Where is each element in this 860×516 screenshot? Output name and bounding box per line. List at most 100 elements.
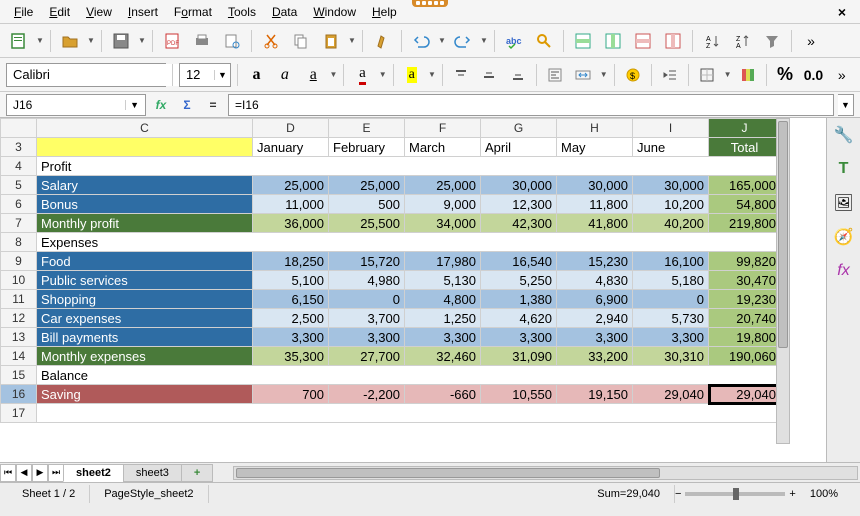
label-monthly-profit[interactable]: Monthly profit: [37, 214, 253, 233]
cell-value[interactable]: 30,000: [557, 176, 633, 195]
cell-value[interactable]: 10,200: [633, 195, 709, 214]
label-Car expenses[interactable]: Car expenses: [37, 309, 253, 328]
redo-button[interactable]: [450, 28, 476, 54]
cell-value[interactable]: 11,000: [253, 195, 329, 214]
add-sheet-button[interactable]: +: [181, 464, 213, 482]
cell-value[interactable]: 700: [253, 385, 329, 404]
cell-reference-dropdown[interactable]: ▼: [125, 100, 139, 110]
cell-month[interactable]: February: [329, 138, 405, 157]
paste-button[interactable]: [318, 28, 344, 54]
autofilter-button[interactable]: [759, 28, 785, 54]
sidebar-styles-icon[interactable]: T: [831, 156, 857, 182]
spellcheck-button[interactable]: abc: [501, 28, 527, 54]
cell-total[interactable]: 19,800: [709, 328, 781, 347]
tab-prev-button[interactable]: ◀: [16, 464, 32, 482]
print-preview-button[interactable]: [219, 28, 245, 54]
cell-value[interactable]: 5,730: [633, 309, 709, 328]
find-button[interactable]: [531, 28, 557, 54]
menu-tools[interactable]: Tools: [220, 3, 264, 21]
label-Salary[interactable]: Salary: [37, 176, 253, 195]
italic-button[interactable]: a: [273, 62, 297, 88]
cell-total[interactable]: 165,000: [709, 176, 781, 195]
label-monthly-expenses[interactable]: Monthly expenses: [37, 347, 253, 366]
cell-value[interactable]: 16,100: [633, 252, 709, 271]
bold-button[interactable]: a: [244, 62, 268, 88]
menu-format[interactable]: Format: [166, 3, 220, 21]
cell-total[interactable]: 190,060: [709, 347, 781, 366]
new-doc-dropdown[interactable]: ▼: [36, 36, 44, 45]
tab-next-button[interactable]: ▶: [32, 464, 48, 482]
paste-dropdown[interactable]: ▼: [348, 36, 356, 45]
cell-value[interactable]: 4,800: [405, 290, 481, 309]
row-header-12[interactable]: 12: [1, 309, 37, 328]
cell-value[interactable]: -2,200: [329, 385, 405, 404]
menu-view[interactable]: View: [78, 3, 120, 21]
cell-value[interactable]: 5,180: [633, 271, 709, 290]
highlight-dropdown[interactable]: ▼: [428, 70, 436, 79]
cell-value[interactable]: 5,130: [405, 271, 481, 290]
open-dropdown[interactable]: ▼: [87, 36, 95, 45]
close-icon[interactable]: ×: [830, 2, 854, 22]
formula-eq-button[interactable]: =: [202, 94, 224, 116]
horizontal-scrollbar[interactable]: [233, 466, 858, 480]
cell-value[interactable]: 3,300: [633, 328, 709, 347]
copy-button[interactable]: [288, 28, 314, 54]
cell-value[interactable]: 11,800: [557, 195, 633, 214]
undo-button[interactable]: [408, 28, 434, 54]
align-bottom-button[interactable]: [506, 62, 530, 88]
section-profit[interactable]: Profit: [37, 157, 781, 176]
label-Shopping[interactable]: Shopping: [37, 290, 253, 309]
cell-value[interactable]: 500: [329, 195, 405, 214]
tab-last-button[interactable]: ⏭: [48, 464, 64, 482]
cell-value[interactable]: 25,000: [405, 176, 481, 195]
cell-month[interactable]: January: [253, 138, 329, 157]
cell-value[interactable]: 15,230: [557, 252, 633, 271]
vertical-scrollbar[interactable]: [776, 118, 790, 444]
cell-value[interactable]: 6,150: [253, 290, 329, 309]
label-saving[interactable]: Saving: [37, 385, 253, 404]
status-sum[interactable]: Sum=29,040: [583, 485, 675, 503]
cell-value[interactable]: 3,300: [405, 328, 481, 347]
row-header-15[interactable]: 15: [1, 366, 37, 385]
save-button[interactable]: [108, 28, 134, 54]
sidebar-navigator-icon[interactable]: 🧭: [831, 224, 857, 250]
borders-dropdown[interactable]: ▼: [724, 70, 732, 79]
new-doc-button[interactable]: [6, 28, 32, 54]
row-header-9[interactable]: 9: [1, 252, 37, 271]
highlight-button[interactable]: a: [400, 62, 424, 88]
redo-dropdown[interactable]: ▼: [480, 36, 488, 45]
cell-value[interactable]: 16,540: [481, 252, 557, 271]
row-header-8[interactable]: 8: [1, 233, 37, 252]
cell-value[interactable]: 17,980: [405, 252, 481, 271]
decimal-button[interactable]: 0.0: [801, 62, 825, 88]
cell-value[interactable]: -660: [405, 385, 481, 404]
delete-row-button[interactable]: [630, 28, 656, 54]
status-zoom[interactable]: 100%: [796, 485, 852, 503]
cut-button[interactable]: [258, 28, 284, 54]
col-header-J[interactable]: J: [709, 119, 781, 138]
cell-value[interactable]: 18,250: [253, 252, 329, 271]
cell-value[interactable]: 2,500: [253, 309, 329, 328]
wrap-text-button[interactable]: [543, 62, 567, 88]
undo-dropdown[interactable]: ▼: [438, 36, 446, 45]
row-header-5[interactable]: 5: [1, 176, 37, 195]
conditional-button[interactable]: [736, 62, 760, 88]
cell-value[interactable]: 2,940: [557, 309, 633, 328]
cell-month[interactable]: June: [633, 138, 709, 157]
indent-inc-button[interactable]: [658, 62, 682, 88]
zoom-slider[interactable]: −+: [675, 488, 796, 500]
cell-value[interactable]: 0: [329, 290, 405, 309]
cell-value[interactable]: 5,250: [481, 271, 557, 290]
label-Food[interactable]: Food: [37, 252, 253, 271]
cell-month[interactable]: March: [405, 138, 481, 157]
cell-value[interactable]: 3,300: [253, 328, 329, 347]
col-header-H[interactable]: H: [557, 119, 633, 138]
cell-value[interactable]: 4,830: [557, 271, 633, 290]
sheet-tab-sheet2[interactable]: sheet2: [63, 464, 124, 482]
align-top-button[interactable]: [449, 62, 473, 88]
cell-value[interactable]: 30,310: [633, 347, 709, 366]
menu-file[interactable]: File: [6, 3, 41, 21]
more-format-button[interactable]: »: [830, 62, 854, 88]
cell-value[interactable]: 3,700: [329, 309, 405, 328]
row-header-11[interactable]: 11: [1, 290, 37, 309]
